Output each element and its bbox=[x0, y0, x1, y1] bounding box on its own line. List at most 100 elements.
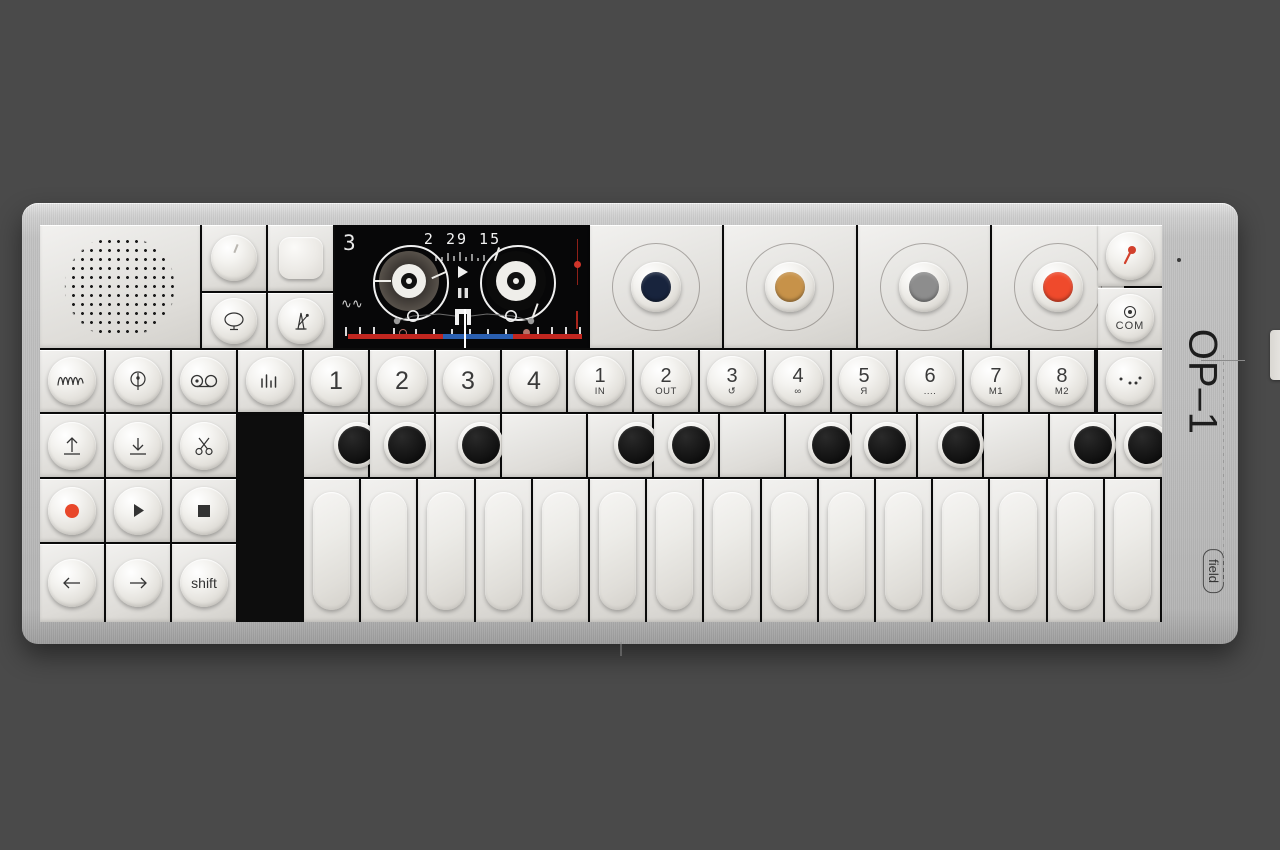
left-arrow-key-cap[interactable] bbox=[48, 559, 96, 607]
black-key-11[interactable] bbox=[1050, 414, 1116, 477]
white-key-cap-12[interactable] bbox=[942, 491, 980, 610]
metronome-key[interactable] bbox=[268, 293, 333, 348]
key-1-cap[interactable]: 1 bbox=[311, 356, 361, 406]
white-key-cap-1[interactable] bbox=[313, 491, 351, 610]
key-4[interactable]: 4 bbox=[502, 350, 566, 412]
white-key-10[interactable] bbox=[818, 479, 874, 622]
white-key-cap-11[interactable] bbox=[885, 491, 923, 610]
tape-key[interactable] bbox=[172, 350, 236, 412]
black-key-0[interactable] bbox=[304, 414, 380, 477]
key-4-tape[interactable]: 4 ∞ bbox=[766, 350, 830, 412]
white-key-4[interactable] bbox=[475, 479, 531, 622]
key-8-m2-cap[interactable]: 8 M2 bbox=[1037, 356, 1087, 406]
synth-key[interactable] bbox=[40, 350, 104, 412]
stop-key-cap[interactable] bbox=[180, 486, 228, 535]
help-key-cap[interactable] bbox=[211, 297, 257, 344]
right-arrow-key[interactable] bbox=[106, 544, 170, 622]
mixer-key[interactable] bbox=[238, 350, 302, 412]
key-2[interactable]: 2 bbox=[370, 350, 434, 412]
white-key-cap-7[interactable] bbox=[656, 491, 694, 610]
black-key-cap-8[interactable] bbox=[864, 422, 910, 468]
drum-key[interactable] bbox=[106, 350, 170, 412]
encoder-gray[interactable] bbox=[899, 261, 949, 312]
record-key-cap[interactable] bbox=[48, 486, 96, 535]
white-key-1[interactable] bbox=[304, 479, 360, 622]
lift-key[interactable] bbox=[40, 414, 104, 477]
key-3-loop-cap[interactable]: 3 ↺ bbox=[707, 356, 757, 406]
white-key-13[interactable] bbox=[990, 479, 1046, 622]
key-3-loop[interactable]: 3 ↺ bbox=[700, 350, 764, 412]
key-3-cap[interactable]: 3 bbox=[443, 356, 493, 406]
play-key-cap[interactable] bbox=[114, 486, 162, 535]
metronome-key-cap[interactable] bbox=[277, 297, 324, 344]
white-key-2[interactable] bbox=[361, 479, 417, 622]
key-5-rev-cap[interactable]: 5 Я bbox=[839, 356, 889, 406]
black-key-12[interactable] bbox=[1116, 414, 1162, 477]
dots-key[interactable] bbox=[1098, 350, 1162, 412]
left-arrow-key[interactable] bbox=[40, 544, 104, 622]
black-key-cap-2[interactable] bbox=[458, 422, 504, 468]
encoder-red[interactable] bbox=[1033, 261, 1083, 312]
white-key-cap-9[interactable] bbox=[770, 491, 808, 610]
mic-key-cap[interactable] bbox=[1106, 231, 1154, 280]
mic-key[interactable] bbox=[1098, 225, 1162, 286]
white-key-14[interactable] bbox=[1047, 479, 1103, 622]
black-key-cap-1[interactable] bbox=[384, 422, 430, 468]
tape-key-cap[interactable] bbox=[180, 357, 228, 405]
encoder-gray-cell[interactable] bbox=[858, 225, 990, 348]
com-key[interactable]: COM bbox=[1098, 288, 1162, 348]
key-2-cap[interactable]: 2 bbox=[377, 356, 427, 406]
com-key-cap[interactable]: COM bbox=[1106, 294, 1154, 342]
black-key-5[interactable] bbox=[654, 414, 718, 477]
shift-key[interactable]: shift bbox=[172, 544, 236, 622]
white-key-cap-13[interactable] bbox=[999, 491, 1037, 610]
synth-key-cap[interactable] bbox=[48, 357, 96, 405]
white-key-cap-14[interactable] bbox=[1056, 491, 1094, 610]
black-key-4[interactable] bbox=[588, 414, 660, 477]
white-key-12[interactable] bbox=[933, 479, 989, 622]
black-key-2[interactable] bbox=[436, 414, 504, 477]
white-key-cap-5[interactable] bbox=[541, 491, 579, 610]
white-key-11[interactable] bbox=[876, 479, 932, 622]
volume-knob[interactable] bbox=[211, 235, 257, 281]
white-key-cap-2[interactable] bbox=[370, 491, 408, 610]
play-key[interactable] bbox=[106, 479, 170, 542]
black-key-cap-5[interactable] bbox=[668, 422, 714, 468]
key-6-dots[interactable]: 6 .... bbox=[898, 350, 962, 412]
key-3[interactable]: 3 bbox=[436, 350, 500, 412]
mixer-key-cap[interactable] bbox=[246, 357, 294, 405]
black-key-cap-12[interactable] bbox=[1124, 422, 1162, 468]
white-key-cap-6[interactable] bbox=[599, 491, 637, 610]
encoder-blue-cell[interactable] bbox=[590, 225, 722, 348]
white-key-3[interactable] bbox=[418, 479, 474, 622]
black-key-cap-9[interactable] bbox=[938, 422, 984, 468]
drop-key[interactable] bbox=[106, 414, 170, 477]
drum-key-cap[interactable] bbox=[114, 357, 162, 405]
white-key-cap-3[interactable] bbox=[427, 491, 465, 610]
oled-display[interactable]: 3 2 29 15 ∿∿ bbox=[335, 225, 590, 348]
key-5-rev[interactable]: 5 Я bbox=[832, 350, 896, 412]
right-arrow-key-cap[interactable] bbox=[114, 559, 162, 607]
key-4-tape-cap[interactable]: 4 ∞ bbox=[773, 356, 823, 406]
white-key-cap-8[interactable] bbox=[713, 491, 751, 610]
key-7-m1[interactable]: 7 M1 bbox=[964, 350, 1028, 412]
key-1-in-cap[interactable]: 1 IN bbox=[575, 356, 625, 406]
key-2-out-cap[interactable]: 2 OUT bbox=[641, 356, 691, 406]
volume-knob-cell[interactable] bbox=[202, 225, 266, 291]
white-key-7[interactable] bbox=[647, 479, 703, 622]
help-key[interactable] bbox=[202, 293, 266, 348]
record-key[interactable] bbox=[40, 479, 104, 542]
white-key-cap-10[interactable] bbox=[827, 491, 865, 610]
white-key-6[interactable] bbox=[590, 479, 646, 622]
white-key-15[interactable] bbox=[1104, 479, 1160, 622]
blank-square-key[interactable] bbox=[268, 225, 333, 291]
key-4-cap[interactable]: 4 bbox=[509, 356, 559, 406]
white-key-cap-4[interactable] bbox=[484, 491, 522, 610]
black-key-9[interactable] bbox=[918, 414, 984, 477]
white-key-8[interactable] bbox=[704, 479, 760, 622]
white-key-5[interactable] bbox=[532, 479, 588, 622]
key-2-out[interactable]: 2 OUT bbox=[634, 350, 698, 412]
white-key-9[interactable] bbox=[761, 479, 817, 622]
key-8-m2[interactable]: 8 M2 bbox=[1030, 350, 1094, 412]
lift-key-cap[interactable] bbox=[48, 421, 96, 470]
